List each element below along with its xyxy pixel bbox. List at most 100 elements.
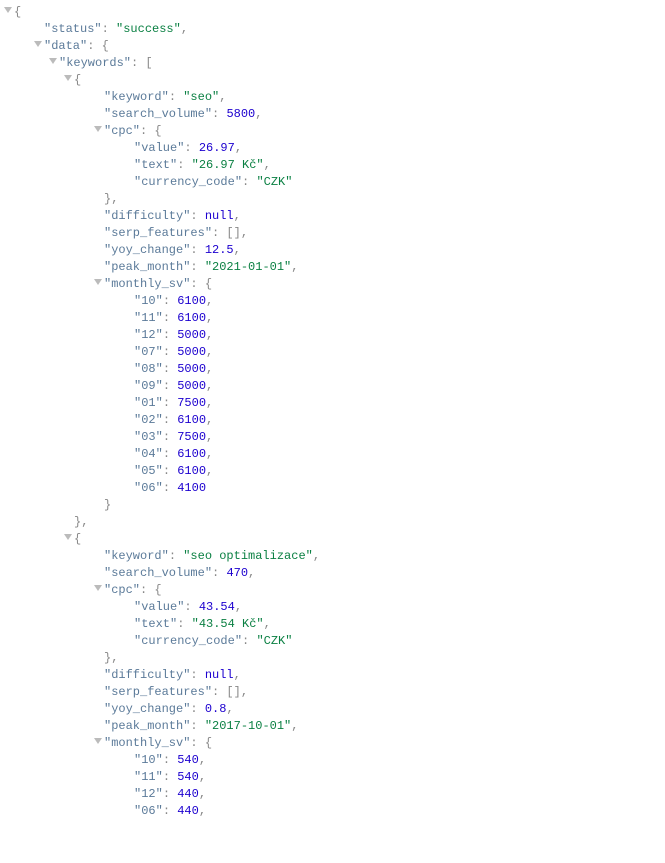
json-line-content: "cpc": { xyxy=(104,582,162,599)
json-line-content: "status": "success", xyxy=(44,21,188,38)
json-line: "04": 6100, xyxy=(0,446,665,463)
json-line-content: "08": 5000, xyxy=(134,361,213,378)
json-line: "peak_month": "2021-01-01", xyxy=(0,259,665,276)
token-punc: : { xyxy=(190,736,212,750)
token-punc: : xyxy=(242,175,256,189)
json-line-content: "keyword": "seo optimalizace", xyxy=(104,548,320,565)
token-punc: : xyxy=(169,549,183,563)
json-line: "07": 5000, xyxy=(0,344,665,361)
token-punc: : xyxy=(190,668,204,682)
json-line-content: "serp_features": [], xyxy=(104,684,248,701)
token-str: "seo optimalizace" xyxy=(183,549,313,563)
json-line: } xyxy=(0,497,665,514)
json-line: "yoy_change": 12.5, xyxy=(0,242,665,259)
json-line: "data": { xyxy=(0,38,665,55)
token-num: 5800 xyxy=(226,107,255,121)
token-punc: , xyxy=(234,243,241,257)
json-line-content: "11": 540, xyxy=(134,769,206,786)
token-punc: }, xyxy=(104,651,118,665)
token-str: "2021-01-01" xyxy=(205,260,291,274)
json-tree-viewer: {"status": "success","data": {"keywords"… xyxy=(0,4,665,820)
token-punc: : xyxy=(177,617,191,631)
token-jkey: "07" xyxy=(134,345,163,359)
json-line-content: "serp_features": [], xyxy=(104,225,248,242)
json-line: "12": 5000, xyxy=(0,327,665,344)
json-line-content: }, xyxy=(104,650,118,667)
json-line-content: "text": "43.54 Kč", xyxy=(134,616,271,633)
token-punc: : xyxy=(163,787,177,801)
json-line: "currency_code": "CZK" xyxy=(0,633,665,650)
token-jkey: "text" xyxy=(134,617,177,631)
token-punc: : { xyxy=(87,39,109,53)
token-punc: , xyxy=(199,770,206,784)
json-line-content: "monthly_sv": { xyxy=(104,735,212,752)
token-punc: , xyxy=(206,345,213,359)
token-num: 6100 xyxy=(177,294,206,308)
token-num: 540 xyxy=(177,770,199,784)
json-line-content: "search_volume": 470, xyxy=(104,565,255,582)
json-line: "cpc": { xyxy=(0,123,665,140)
token-punc: : xyxy=(163,311,177,325)
token-punc: , xyxy=(206,464,213,478)
collapse-toggle-icon[interactable] xyxy=(34,41,42,47)
token-punc: , xyxy=(206,362,213,376)
token-punc: : [], xyxy=(212,226,248,240)
json-line-content: "11": 6100, xyxy=(134,310,213,327)
token-punc: , xyxy=(255,107,262,121)
token-punc: , xyxy=(206,328,213,342)
token-punc: , xyxy=(199,804,206,818)
token-punc: , xyxy=(235,600,242,614)
json-line-content: "10": 540, xyxy=(134,752,206,769)
collapse-toggle-icon[interactable] xyxy=(4,7,12,13)
json-line: "06": 4100 xyxy=(0,480,665,497)
collapse-toggle-icon[interactable] xyxy=(94,279,102,285)
json-line-content: { xyxy=(14,4,21,21)
json-line: }, xyxy=(0,191,665,208)
json-line: "difficulty": null, xyxy=(0,208,665,225)
json-line-content: { xyxy=(74,72,81,89)
token-punc: , xyxy=(219,90,226,104)
json-line: "serp_features": [], xyxy=(0,684,665,701)
json-line: { xyxy=(0,531,665,548)
token-jkey: "keyword" xyxy=(104,90,169,104)
token-jkey: "serp_features" xyxy=(104,226,212,240)
token-punc: , xyxy=(206,294,213,308)
collapse-toggle-icon[interactable] xyxy=(94,738,102,744)
token-jkey: "currency_code" xyxy=(134,175,242,189)
token-punc: : [ xyxy=(131,56,153,70)
token-num: 12.5 xyxy=(205,243,234,257)
json-line-content: }, xyxy=(104,191,118,208)
collapse-toggle-icon[interactable] xyxy=(64,534,72,540)
token-punc: : xyxy=(212,107,226,121)
token-jkey: "10" xyxy=(134,753,163,767)
token-num: 440 xyxy=(177,787,199,801)
json-line: "09": 5000, xyxy=(0,378,665,395)
token-punc: }, xyxy=(74,515,88,529)
token-punc: : xyxy=(184,141,198,155)
token-str: "seo" xyxy=(183,90,219,104)
token-jkey: "11" xyxy=(134,770,163,784)
token-jkey: "search_volume" xyxy=(104,566,212,580)
token-punc: : xyxy=(163,362,177,376)
token-punc: , xyxy=(234,668,241,682)
json-line-content: } xyxy=(104,497,111,514)
json-line-content: "01": 7500, xyxy=(134,395,213,412)
token-str: "CZK" xyxy=(256,634,292,648)
json-line: "yoy_change": 0.8, xyxy=(0,701,665,718)
json-line-content: "value": 43.54, xyxy=(134,599,242,616)
token-null: null xyxy=(205,209,234,223)
token-punc: : xyxy=(163,804,177,818)
token-punc: : xyxy=(102,22,116,36)
json-line-content: "02": 6100, xyxy=(134,412,213,429)
json-line-content: "value": 26.97, xyxy=(134,140,242,157)
collapse-toggle-icon[interactable] xyxy=(94,585,102,591)
json-line: "01": 7500, xyxy=(0,395,665,412)
token-num: 6100 xyxy=(177,464,206,478)
collapse-toggle-icon[interactable] xyxy=(64,75,72,81)
collapse-toggle-icon[interactable] xyxy=(94,126,102,132)
collapse-toggle-icon[interactable] xyxy=(49,58,57,64)
json-line: "keyword": "seo optimalizace", xyxy=(0,548,665,565)
json-line: "peak_month": "2017-10-01", xyxy=(0,718,665,735)
token-punc: : xyxy=(190,702,204,716)
json-line: "status": "success", xyxy=(0,21,665,38)
